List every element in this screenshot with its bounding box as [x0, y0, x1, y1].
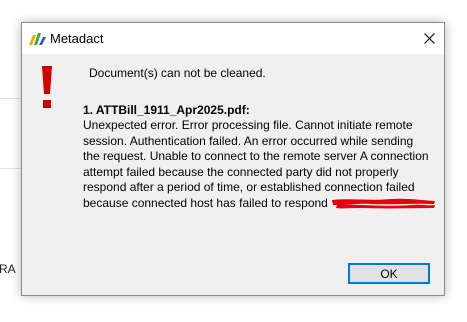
background-divider — [0, 98, 22, 99]
background-divider — [0, 168, 22, 169]
redaction-mark — [332, 198, 436, 209]
close-icon — [423, 33, 435, 44]
error-line: session. Authentication failed. An error… — [83, 133, 414, 148]
error-line: the request. Unable to connect to the re… — [83, 149, 429, 163]
error-dialog: Metadact Document(s) can not be cleaned.… — [21, 22, 445, 296]
metadact-logo-icon — [29, 33, 46, 45]
background-text-fragment: RA — [0, 262, 16, 276]
failed-file-name: 1. ATTBill_1911_Apr2025.pdf: — [83, 103, 250, 117]
dialog-headline: Document(s) can not be cleaned. — [89, 66, 266, 80]
error-line: Unexpected error. Error processing file.… — [83, 118, 413, 132]
dialog-titlebar[interactable]: Metadact — [22, 23, 444, 54]
error-message: Unexpected error. Error processing file.… — [83, 118, 438, 211]
error-line: attempt failed because the connected par… — [83, 164, 399, 179]
error-line: because connected host has failed to res… — [83, 195, 328, 210]
exclamation-icon — [42, 66, 52, 108]
dialog-title: Metadact — [50, 31, 104, 46]
close-button[interactable] — [414, 23, 444, 54]
error-line-last: because connected host has failed to res… — [83, 196, 438, 212]
ok-button[interactable]: OK — [348, 263, 430, 284]
error-line: respond after a period of time, or estab… — [83, 180, 415, 194]
